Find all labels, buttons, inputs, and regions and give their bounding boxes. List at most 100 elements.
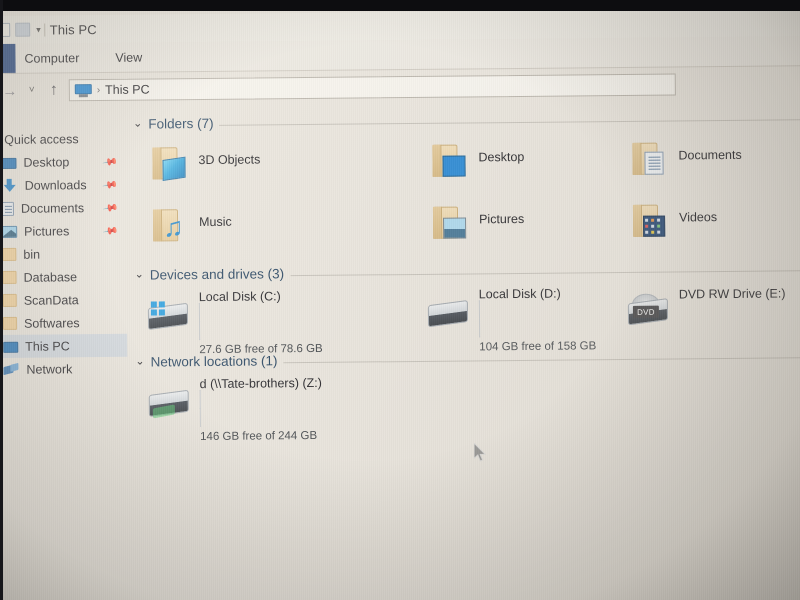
sidebar-item-pictures[interactable]: Pictures 📌	[0, 219, 129, 243]
breadcrumb-separator: ›	[96, 84, 101, 96]
sidebar-item-label: Softwares	[23, 315, 80, 331]
group-title: Folders (7)	[148, 115, 214, 132]
breadcrumb[interactable]: This PC	[105, 83, 150, 97]
folder-music-icon	[149, 205, 189, 245]
drive-free-space: 146 GB free of 244 GB	[200, 429, 318, 444]
devices-grid: Local Disk (C:) 27.6 GB free of 78.6 GB …	[132, 284, 800, 356]
folders-section: ⌄ Folders (7) 3D Objects Desktop Documen…	[128, 110, 800, 258]
pin-icon[interactable]: 📌	[101, 154, 117, 170]
sidebar-item-bin[interactable]: bin	[0, 242, 129, 266]
desktop-icon	[1, 157, 17, 169]
sidebar-item-database[interactable]: Database	[0, 265, 130, 289]
chevron-down-icon[interactable]: ▾	[36, 24, 41, 34]
group-divider	[290, 269, 800, 276]
sidebar-item-documents[interactable]: Documents 📌	[0, 196, 129, 220]
pin-icon[interactable]: 📌	[101, 200, 117, 216]
folder-icon[interactable]	[15, 22, 31, 37]
network-grid: d (\\Tate-brothers) (Z:) 146 GB free of …	[133, 371, 800, 443]
folder-pictures-icon	[429, 202, 469, 242]
photographed-screen: ▾ This PC Computer View → ˅ ↑ › This PC …	[0, 0, 800, 600]
sidebar-item-quick-access[interactable]: Quick access	[0, 127, 128, 151]
group-title: Network locations (1)	[150, 353, 278, 370]
folder-icon	[2, 270, 17, 284]
navigation-pane: Quick access Desktop 📌 Downloads 📌 Docum…	[0, 109, 133, 600]
sidebar-item-label: Pictures	[24, 223, 70, 239]
forward-icon[interactable]: →	[0, 82, 21, 99]
chevron-down-icon[interactable]: ⌄	[135, 356, 144, 368]
monitor-bezel-left	[0, 0, 3, 600]
up-icon[interactable]: ↑	[43, 81, 65, 98]
folder-icon	[2, 247, 17, 261]
folder-tile-music[interactable]: Music	[149, 203, 429, 258]
address-bar[interactable]: › This PC	[68, 73, 676, 102]
folder-tile-documents[interactable]: Documents	[628, 137, 800, 191]
tile-label: Documents	[678, 147, 742, 163]
network-icon	[3, 362, 19, 376]
drive-info: d (\\Tate-brothers) (Z:) 146 GB free of …	[200, 376, 323, 443]
chevron-down-icon[interactable]: ⌄	[135, 269, 144, 281]
sidebar-item-label: This PC	[25, 338, 70, 354]
window-title: This PC	[49, 21, 97, 37]
sidebar-item-softwares[interactable]: Softwares	[0, 311, 130, 335]
folder-icon	[2, 293, 17, 307]
pin-icon[interactable]: 📌	[102, 223, 118, 239]
ribbon-tabs: Computer View	[24, 51, 142, 66]
folder-tile-videos[interactable]: Videos	[629, 199, 800, 253]
file-explorer-window: ▾ This PC Computer View → ˅ ↑ › This PC …	[0, 0, 800, 600]
folder-tile-pictures[interactable]: Pictures	[429, 201, 629, 255]
drive-tile-network-z[interactable]: d (\\Tate-brothers) (Z:) 146 GB free of …	[147, 375, 427, 443]
folders-group-header[interactable]: ⌄ Folders (7)	[130, 110, 800, 132]
folder-tile-3d-objects[interactable]: 3D Objects	[148, 141, 428, 196]
folder-videos-icon	[629, 201, 669, 241]
sidebar-item-label: Network	[26, 361, 73, 377]
sidebar-item-label: bin	[23, 247, 41, 262]
sidebar-item-label: Documents	[20, 200, 85, 216]
chevron-down-icon[interactable]: ⌄	[133, 118, 142, 130]
devices-section: ⌄ Devices and drives (3) Local Disk (C:)	[129, 261, 800, 356]
tile-label: Music	[198, 214, 232, 230]
sidebar-item-this-pc[interactable]: This PC	[0, 333, 128, 358]
drive-name: d (\\Tate-brothers) (Z:)	[199, 375, 322, 392]
drive-tile-dvd-rw-e[interactable]: DVD DVD RW Drive (E:)	[626, 284, 800, 338]
devices-group-header[interactable]: ⌄ Devices and drives (3)	[131, 261, 800, 283]
sidebar-item-label: ScanData	[23, 292, 79, 308]
downloads-icon	[2, 178, 18, 192]
capacity-bar	[199, 390, 323, 428]
network-section: ⌄ Network locations (1) d (\\Tate-brothe…	[130, 348, 800, 443]
monitor-bezel-top	[0, 0, 800, 11]
folder-3d-objects-icon	[148, 143, 188, 183]
sidebar-item-downloads[interactable]: Downloads 📌	[0, 173, 129, 197]
drive-name: DVD RW Drive (E:)	[678, 286, 786, 302]
sidebar-item-network[interactable]: Network	[0, 357, 131, 381]
pictures-icon	[2, 225, 18, 238]
network-drive-icon	[147, 386, 191, 422]
group-divider	[219, 118, 800, 126]
documents-icon	[1, 201, 14, 216]
drive-info: Local Disk (C:) 27.6 GB free of 78.6 GB	[199, 289, 323, 356]
drive-free-space: 104 GB free of 158 GB	[479, 340, 597, 354]
tab-view[interactable]: View	[115, 51, 142, 65]
folder-icon	[2, 316, 18, 330]
sidebar-item-scandata[interactable]: ScanData	[0, 288, 130, 312]
tile-label: Videos	[678, 210, 718, 225]
sidebar-item-label: Downloads	[24, 177, 87, 193]
tile-label: 3D Objects	[198, 152, 261, 168]
drive-tile-local-disk-c[interactable]: Local Disk (C:) 27.6 GB free of 78.6 GB	[146, 288, 426, 356]
recent-locations-icon[interactable]: ˅	[21, 85, 43, 96]
title-separator	[43, 23, 45, 37]
dvd-drive-icon: DVD	[626, 293, 670, 331]
drive-info: Local Disk (D:) 104 GB free of 158 GB	[478, 286, 597, 354]
this-pc-icon	[3, 341, 19, 353]
sidebar-item-desktop[interactable]: Desktop 📌	[0, 150, 129, 174]
folder-tile-desktop[interactable]: Desktop	[428, 139, 628, 193]
sidebar-item-label: Quick access	[4, 131, 79, 147]
pin-icon[interactable]: 📌	[101, 177, 117, 193]
content-pane: ⌄ Folders (7) 3D Objects Desktop Documen…	[128, 102, 800, 600]
quick-access-toolbar[interactable]: ▾	[0, 22, 41, 37]
navigation-bar: → ˅ ↑ › This PC	[0, 68, 800, 106]
drive-tile-local-disk-d[interactable]: Local Disk (D:) 104 GB free of 158 GB	[426, 286, 626, 353]
sidebar-item-label: Database	[23, 269, 78, 285]
windows-drive-icon	[146, 299, 190, 335]
tab-computer[interactable]: Computer	[24, 51, 79, 66]
capacity-bar	[478, 300, 597, 338]
